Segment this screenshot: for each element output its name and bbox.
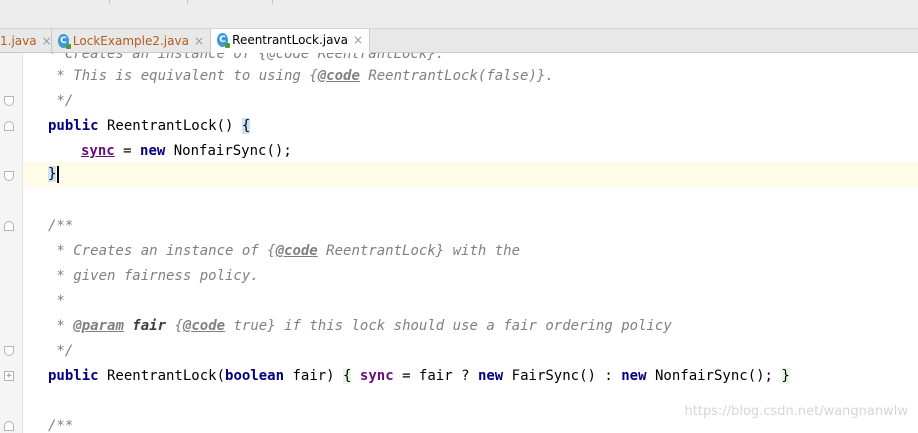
java-class-icon: C	[217, 33, 231, 48]
code-text: ReentrantLock()	[98, 118, 242, 134]
field-reference: sync	[359, 368, 394, 384]
javadoc-tag: @code	[317, 68, 360, 84]
close-icon[interactable]: ×	[194, 34, 204, 48]
javadoc-tag: @code	[182, 318, 226, 334]
keyword: public	[48, 368, 99, 384]
comment-text: {	[267, 243, 276, 259]
code-text: NonfairSync();	[646, 368, 782, 384]
tab-lockexample2[interactable]: C LockExample2.java ×	[52, 29, 211, 52]
code-line: * given fairness policy.	[48, 264, 259, 289]
comment-text: ReentrantLock(false)}.	[359, 68, 554, 84]
toolbar-strip	[0, 0, 918, 29]
tab-label: ReentrantLock.java	[232, 33, 348, 47]
fold-expand-icon[interactable]: +	[4, 371, 14, 381]
javadoc-param-name: fair	[123, 318, 167, 334]
tab-label: LockExample2.java	[72, 33, 189, 48]
code-line: * Creates an instance of {@code Reentran…	[48, 239, 520, 264]
code-text: fair)	[284, 368, 344, 384]
fold-end-icon[interactable]	[4, 96, 14, 106]
comment-text: true} if this lock should use a fair ord…	[225, 318, 672, 334]
matched-brace: }	[48, 166, 57, 182]
fold-start-icon[interactable]	[4, 221, 14, 231]
text-caret	[57, 165, 60, 183]
code-line: * This is equivalent to using {@code Ree…	[48, 64, 554, 89]
javadoc-tag: @param	[73, 318, 124, 334]
watermark: https://blog.csdn.net/wangnanwlw	[684, 404, 908, 419]
comment-text: * given fairness policy.	[48, 268, 259, 284]
code-text: NonfairSync();	[165, 143, 292, 159]
code-text: ReentrantLock(	[98, 368, 226, 384]
comment-text: */	[48, 343, 74, 359]
toolbar-divider	[187, 0, 188, 4]
javadoc-tag: @code	[275, 243, 318, 259]
code-line: }	[48, 162, 60, 187]
code-text: =	[114, 143, 141, 159]
comment-text: /**	[48, 218, 74, 234]
code-text: = fair ?	[393, 368, 478, 384]
code-line: /**	[48, 414, 73, 433]
fold-end-icon[interactable]	[4, 346, 14, 356]
comment-text: {	[174, 318, 183, 334]
comment-text: * Creates an instance of	[48, 243, 268, 259]
current-line-highlight	[23, 162, 918, 187]
code-line: public ReentrantLock() {	[48, 114, 251, 139]
tab-label: 1.java	[0, 33, 37, 48]
code-line: sync = new NonfairSync();	[81, 139, 292, 164]
comment-text: /**	[48, 418, 74, 433]
folded-region-brace[interactable]: }	[781, 368, 790, 384]
close-icon[interactable]: ×	[353, 33, 363, 47]
field-reference: sync	[81, 143, 115, 159]
fold-start-icon[interactable]	[4, 421, 14, 431]
comment-text: * Creates an instance of {@code Reentran…	[48, 53, 445, 62]
tab-reentrantlock[interactable]: C ReentrantLock.java ×	[211, 29, 370, 53]
comment-text: {	[309, 68, 318, 84]
keyword: boolean	[225, 368, 285, 384]
keyword: public	[48, 118, 99, 134]
ide-window: 1.java × C LockExample2.java × C Reentra…	[0, 0, 918, 433]
comment-text: ReentrantLock} with the	[317, 243, 521, 259]
java-class-icon: C	[58, 33, 71, 49]
keyword: new	[140, 143, 166, 159]
matched-brace: {	[241, 118, 251, 134]
code-line: /**	[48, 214, 73, 239]
editor-gutter: +	[0, 53, 23, 433]
code-line: */	[48, 339, 73, 364]
tab-java-file[interactable]: 1.java ×	[0, 29, 52, 52]
code-line: * @param fair {@code true} if this lock …	[48, 314, 672, 339]
toolbar-divider	[109, 0, 110, 4]
comment-text: *	[48, 318, 74, 334]
comment-text: *	[48, 293, 65, 309]
editor-tab-bar: 1.java × C LockExample2.java × C Reentra…	[0, 29, 918, 53]
comment-text: */	[48, 93, 74, 109]
keyword: new	[621, 368, 647, 384]
comment-text: * This is equivalent to using	[48, 68, 310, 84]
code-editor[interactable]: + * Creates an instance of {@code Reentr…	[0, 53, 918, 433]
close-icon[interactable]: ×	[42, 34, 52, 48]
code-line: public ReentrantLock(boolean fair) { syn…	[48, 364, 790, 389]
fold-end-icon[interactable]	[4, 171, 14, 181]
toolbar-divider	[272, 0, 273, 4]
fold-start-icon[interactable]	[4, 121, 14, 131]
code-line: *	[48, 289, 65, 314]
keyword: new	[477, 368, 504, 384]
code-text: FairSync() :	[503, 368, 622, 384]
code-line: */	[48, 89, 73, 114]
